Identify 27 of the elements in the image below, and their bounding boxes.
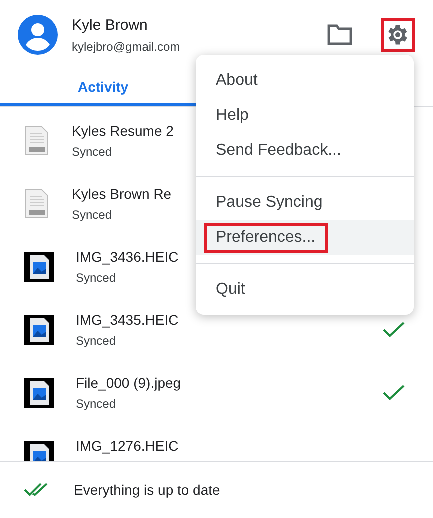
image-file-icon [24, 252, 54, 282]
file-name: IMG_3436.HEIC [76, 248, 179, 264]
folder-icon [327, 24, 353, 46]
document-icon [24, 126, 50, 156]
file-name: IMG_3435.HEIC [76, 312, 179, 328]
file-name: Kyles Resume 2 [72, 122, 174, 138]
double-checkmark-icon [24, 483, 48, 497]
menu-item[interactable]: Preferences... [196, 220, 414, 255]
file-name: File_000 (9).jpeg [76, 374, 182, 390]
sync-status: Synced [76, 334, 116, 348]
avatar-icon [18, 15, 58, 55]
file-name: IMG_1276.HEIC [76, 438, 179, 454]
sync-status: Synced [76, 396, 116, 410]
image-file-icon [24, 314, 54, 344]
settings-button[interactable] [381, 18, 415, 52]
account-name: Kyle Brown [72, 16, 149, 34]
image-file-icon [24, 378, 54, 408]
menu-item[interactable]: Quit [196, 272, 414, 307]
status-text: Everything is up to date [74, 482, 220, 498]
sync-status: Synced [72, 208, 112, 222]
document-icon [24, 188, 50, 218]
file-name: Kyles Brown Re [72, 186, 172, 202]
sync-status: Synced [76, 270, 116, 284]
account-email: kylejbro@gmail.com [72, 40, 182, 54]
menu-item[interactable]: Pause Syncing [196, 185, 414, 220]
menu-item[interactable]: Send Feedback... [196, 133, 414, 168]
sync-status: Synced [72, 144, 112, 158]
